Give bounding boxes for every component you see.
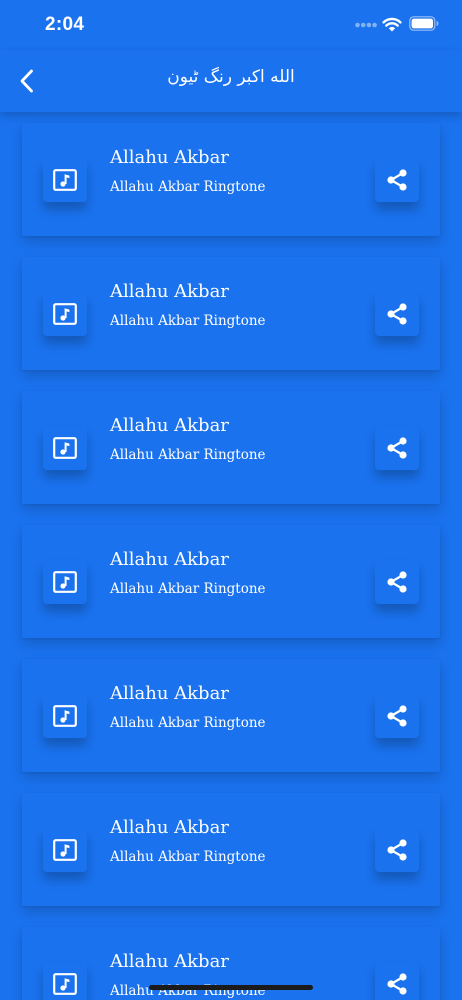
ringtone-title: Allahu Akbar bbox=[110, 817, 229, 838]
music-tile[interactable] bbox=[43, 962, 87, 1000]
home-indicator bbox=[149, 985, 313, 990]
share-button[interactable] bbox=[375, 694, 419, 738]
music-tile[interactable] bbox=[43, 426, 87, 470]
ringtone-subtitle: Allahu Akbar Ringtone bbox=[110, 447, 266, 463]
ringtone-title: Allahu Akbar bbox=[110, 549, 229, 570]
ringtone-list[interactable]: Allahu Akbar Allahu Akbar Ringtone Allahu … bbox=[0, 112, 462, 1000]
share-icon bbox=[387, 705, 407, 727]
share-icon bbox=[387, 571, 407, 593]
page-title: الله اکبر رنگ ٹیون bbox=[167, 67, 295, 87]
ringtone-title: Allahu Akbar bbox=[110, 415, 229, 436]
ringtone-card[interactable]: Allahu Akbar Allahu Akbar Ringtone bbox=[22, 659, 440, 772]
music-note-icon bbox=[53, 571, 77, 593]
navigation-bar: الله اکبر رنگ ٹیون bbox=[0, 50, 462, 112]
share-button[interactable] bbox=[375, 426, 419, 470]
music-note-icon bbox=[53, 437, 77, 459]
ringtone-subtitle: Allahu Akbar Ringtone bbox=[110, 179, 266, 195]
ringtone-card[interactable]: Allahu Akbar Allahu Akbar Ringtone bbox=[22, 525, 440, 638]
share-button[interactable] bbox=[375, 962, 419, 1000]
share-button[interactable] bbox=[375, 560, 419, 604]
share-icon bbox=[387, 303, 407, 325]
music-tile[interactable] bbox=[43, 560, 87, 604]
status-bar: 2:04 bbox=[0, 0, 462, 50]
music-note-icon bbox=[53, 839, 77, 861]
ringtone-subtitle: Allahu Akbar Ringtone bbox=[110, 581, 266, 597]
ringtone-card[interactable]: Allahu Akbar Allahu Akbar Ringtone bbox=[22, 391, 440, 504]
music-note-icon bbox=[53, 303, 77, 325]
share-icon bbox=[387, 169, 407, 191]
ringtone-card[interactable]: Allahu Akbar Allahu Akbar Ringtone bbox=[22, 123, 440, 236]
ringtone-title: Allahu Akbar bbox=[110, 951, 229, 972]
share-button[interactable] bbox=[375, 292, 419, 336]
music-note-icon bbox=[53, 705, 77, 727]
ringtone-card[interactable]: Allahu Akbar Allahu Akbar Ringtone bbox=[22, 793, 440, 906]
music-note-icon bbox=[53, 169, 77, 191]
ringtone-subtitle: Allahu Akbar Ringtone bbox=[110, 313, 266, 329]
music-tile[interactable] bbox=[43, 292, 87, 336]
ringtone-title: Allahu Akbar bbox=[110, 683, 229, 704]
music-tile[interactable] bbox=[43, 828, 87, 872]
music-tile[interactable] bbox=[43, 694, 87, 738]
share-icon bbox=[387, 437, 407, 459]
share-icon bbox=[387, 973, 407, 995]
share-icon bbox=[387, 839, 407, 861]
cellular-signal-icon bbox=[355, 22, 377, 28]
ringtone-title: Allahu Akbar bbox=[110, 281, 229, 302]
ringtone-card[interactable]: Allahu Akbar Allahu Akbar Ringtone bbox=[22, 257, 440, 370]
share-button[interactable] bbox=[375, 828, 419, 872]
share-button[interactable] bbox=[375, 158, 419, 202]
music-note-icon bbox=[53, 973, 77, 995]
wifi-icon bbox=[382, 17, 402, 32]
ringtone-title: Allahu Akbar bbox=[110, 147, 229, 168]
status-time: 2:04 bbox=[45, 14, 85, 35]
music-tile[interactable] bbox=[43, 158, 87, 202]
battery-icon bbox=[409, 16, 439, 31]
ringtone-subtitle: Allahu Akbar Ringtone bbox=[110, 849, 266, 865]
ringtone-subtitle: Allahu Akbar Ringtone bbox=[110, 715, 266, 731]
